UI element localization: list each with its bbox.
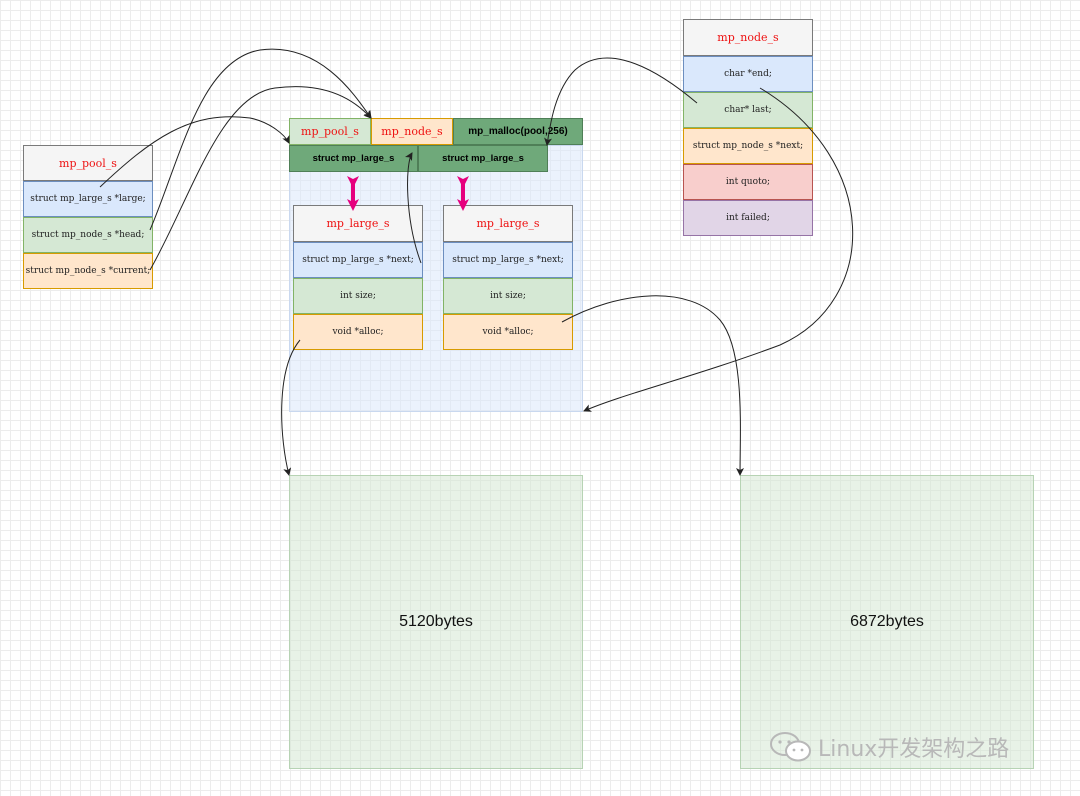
pool-struct-title: mp_pool_s bbox=[23, 145, 153, 181]
wechat-icon bbox=[770, 732, 811, 762]
large2-field-next: struct mp_large_s *next; bbox=[443, 242, 573, 278]
block-large-slot-1: struct mp_large_s bbox=[289, 145, 418, 172]
arrow-alloc2-to-6872 bbox=[561, 295, 745, 476]
large2-field-alloc: void *alloc; bbox=[443, 314, 573, 350]
block-large-slot-2: struct mp_large_s bbox=[418, 145, 548, 172]
node-field-end: char *end; bbox=[683, 56, 813, 92]
large2-field-size: int size; bbox=[443, 278, 573, 314]
large1-title: mp_large_s bbox=[293, 205, 423, 242]
block-node-header: mp_node_s bbox=[371, 118, 453, 145]
large1-field-alloc: void *alloc; bbox=[293, 314, 423, 350]
large2-title: mp_large_s bbox=[443, 205, 573, 242]
block-pool-header: mp_pool_s bbox=[289, 118, 371, 145]
node-field-failed: int failed; bbox=[683, 200, 813, 236]
pool-field-current: struct mp_node_s *current; bbox=[23, 253, 153, 289]
pool-field-head: struct mp_node_s *head; bbox=[23, 217, 153, 253]
node-field-last: char* last; bbox=[683, 92, 813, 128]
large1-field-size: int size; bbox=[293, 278, 423, 314]
watermark-text: Linux开发架构之路 bbox=[818, 737, 1010, 762]
memory-block-6872: 6872bytes bbox=[740, 475, 1034, 769]
node-field-quoto: int quoto; bbox=[683, 164, 813, 200]
large1-field-next: struct mp_large_s *next; bbox=[293, 242, 423, 278]
memory-block-5120: 5120bytes bbox=[289, 475, 583, 769]
watermark: Linux开发架构之路 bbox=[768, 730, 1009, 764]
node-struct-title: mp_node_s bbox=[683, 19, 813, 56]
node-field-next: struct mp_node_s *next; bbox=[683, 128, 813, 164]
block-malloc-header: mp_malloc(pool,256) bbox=[453, 118, 583, 145]
pool-field-large: struct mp_large_s *large; bbox=[23, 181, 153, 217]
